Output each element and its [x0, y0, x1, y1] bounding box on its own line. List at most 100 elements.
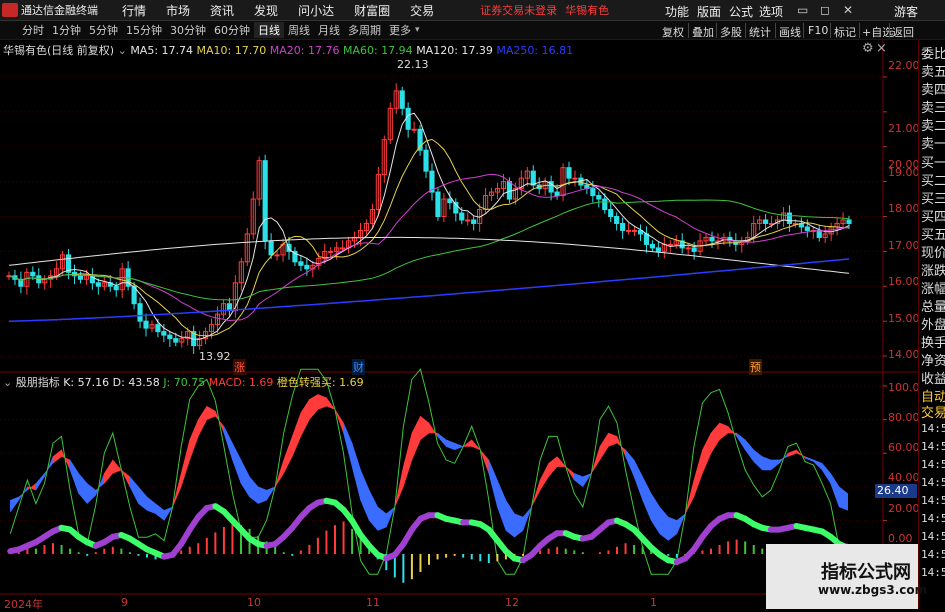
candle-body — [763, 219, 769, 224]
kd-band — [599, 432, 609, 461]
kd-band — [274, 459, 284, 487]
candle-body — [328, 250, 334, 253]
quote-label-turnover: 换手 — [921, 336, 945, 351]
candle-body — [816, 229, 822, 238]
kd-band — [112, 459, 122, 474]
ma5-label: MA5: 17.74 — [130, 44, 194, 57]
kd-band — [69, 459, 79, 494]
quote-label-bid5: 买五 — [921, 228, 945, 243]
candle-body — [340, 247, 346, 250]
settings-icon[interactable]: ⚙ — [862, 41, 874, 56]
kd-band — [368, 490, 378, 532]
candle-body — [30, 271, 36, 277]
kd-band — [522, 506, 532, 531]
x-tick: 12 — [505, 596, 519, 609]
candle-body — [804, 226, 810, 231]
quote-label-pct: 涨幅 — [921, 282, 945, 297]
candle-body — [631, 229, 638, 232]
candle-body — [709, 236, 715, 242]
quote-panel: 委比 卖五 卖四 卖三 卖二 卖一 买一 买二 买三 买四 买五 现价 涨跌 涨… — [918, 40, 945, 609]
quote-label-eps: 收益 — [921, 372, 945, 387]
x-tick: 9 — [121, 596, 128, 609]
candle-body — [304, 264, 310, 270]
y-tick: 18.00 — [888, 202, 920, 215]
high-price-label: 22.13 — [397, 58, 429, 71]
kd-band — [155, 503, 165, 521]
candle-body — [620, 222, 626, 231]
kd-band — [309, 393, 319, 421]
macd-label: MACD: 1.69 — [208, 376, 274, 389]
kd-band — [659, 506, 669, 542]
candle-body — [161, 331, 167, 336]
kd-band — [838, 486, 848, 511]
event-marker-limit-up[interactable]: 涨 — [233, 359, 246, 375]
candle-body — [465, 219, 471, 222]
close-icon[interactable]: × — [876, 41, 887, 56]
kd-band — [514, 513, 524, 538]
kd-band — [787, 449, 797, 457]
chart-canvas[interactable] — [0, 0, 945, 609]
candle-body — [405, 107, 411, 130]
trade-label[interactable]: 交易 — [921, 402, 945, 421]
kd-band — [608, 432, 618, 447]
candle-body — [566, 167, 572, 179]
d-label: D: 43.58 — [112, 376, 160, 389]
candle-body — [608, 209, 614, 217]
k-label: K: 57.16 — [63, 376, 110, 389]
candle-body — [786, 212, 793, 224]
candle-body — [173, 338, 179, 343]
candle-body — [274, 254, 280, 257]
kd-band — [377, 506, 387, 531]
kd-band — [445, 439, 455, 451]
kd-band — [240, 459, 250, 498]
quote-label-volume: 总量 — [921, 300, 945, 315]
candle-body — [614, 215, 620, 224]
kd-band — [796, 449, 806, 459]
candle-body — [262, 160, 268, 242]
kd-band — [693, 449, 703, 497]
ma20-label: MA20: 17.76 — [269, 44, 340, 57]
candlestick-series — [6, 83, 852, 354]
candle-body — [423, 149, 429, 172]
quote-label-bid4: 买四 — [921, 210, 945, 225]
kd-band — [198, 405, 208, 437]
kd-band — [505, 499, 515, 538]
kd-band — [386, 506, 396, 528]
tick-time: 14:56 — [921, 476, 945, 489]
candle-body — [77, 275, 84, 280]
kd-band — [633, 459, 643, 501]
ma250-label: MA250: 16.81 — [496, 44, 574, 57]
moving-average-lines — [8, 112, 850, 340]
buy-signal-label: 橙色转强买: 1.69 — [276, 376, 364, 389]
chevron-down-icon[interactable]: ⌄ — [118, 44, 127, 57]
quote-label-price: 现价 — [921, 246, 945, 261]
quote-label-bid1: 买一 — [921, 156, 945, 171]
y-tick: 19.00 — [888, 166, 920, 179]
candle-body — [625, 229, 632, 232]
candle-body — [167, 334, 173, 340]
candle-body — [471, 219, 477, 224]
kd-band — [821, 462, 831, 485]
kd-band — [86, 482, 96, 505]
kd-band — [625, 449, 635, 477]
kd-band — [206, 405, 216, 420]
event-marker-forecast[interactable]: 预 — [749, 359, 762, 375]
quote-label-ask5: 卖五 — [921, 65, 945, 80]
candle-body — [399, 90, 405, 109]
indicator-title: 殷朋指标 — [15, 376, 60, 389]
candle-body — [506, 181, 513, 200]
kd-band — [685, 480, 695, 514]
kd-band — [830, 472, 840, 508]
kd-band — [744, 439, 754, 463]
event-marker-finance[interactable]: 财 — [352, 359, 365, 375]
candle-body — [298, 261, 304, 266]
chevron-down-icon[interactable]: ⌄ — [3, 376, 12, 389]
kd-band — [52, 449, 62, 464]
x-tick: 10 — [247, 596, 261, 609]
x-tick: 1 — [650, 596, 657, 609]
watermark-url: www.zbgs3.com — [818, 583, 928, 597]
tick-time: 14:56 — [921, 566, 945, 579]
candle-body — [572, 177, 578, 180]
candle-body — [554, 191, 560, 197]
kd-band — [702, 432, 712, 474]
